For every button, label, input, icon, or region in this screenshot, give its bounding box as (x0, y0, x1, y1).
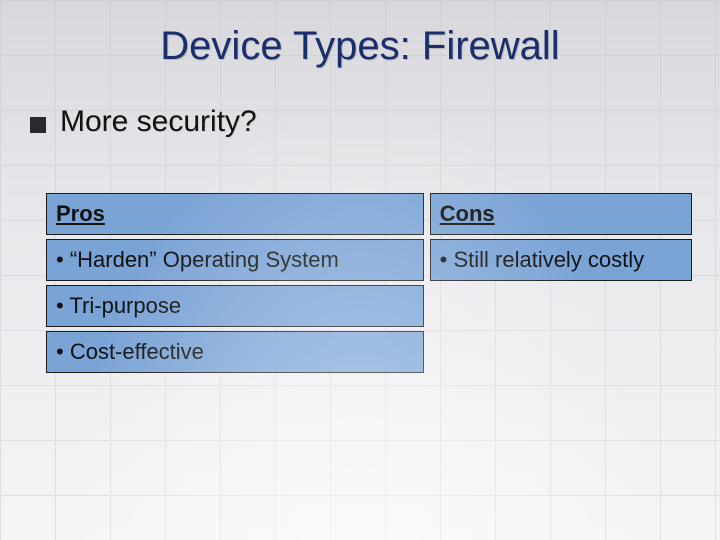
pros-cons-table: Pros • “Harden” Operating System • Tri-p… (46, 193, 692, 373)
square-bullet-icon (30, 117, 46, 133)
page-title: Device Types: Firewall (28, 24, 692, 69)
slide: Device Types: Firewall More security? Pr… (0, 0, 720, 540)
list-item: • Cost-effective (46, 331, 424, 373)
subtitle-bullet: More security? (30, 105, 692, 139)
list-item: • “Harden” Operating System (46, 239, 424, 281)
pros-header: Pros (46, 193, 424, 235)
list-item: • Still relatively costly (430, 239, 692, 281)
cons-column: Cons • Still relatively costly (430, 193, 692, 281)
cons-header: Cons (430, 193, 692, 235)
pros-column: Pros • “Harden” Operating System • Tri-p… (46, 193, 424, 373)
list-item: • Tri-purpose (46, 285, 424, 327)
subtitle-text: More security? (60, 105, 257, 139)
